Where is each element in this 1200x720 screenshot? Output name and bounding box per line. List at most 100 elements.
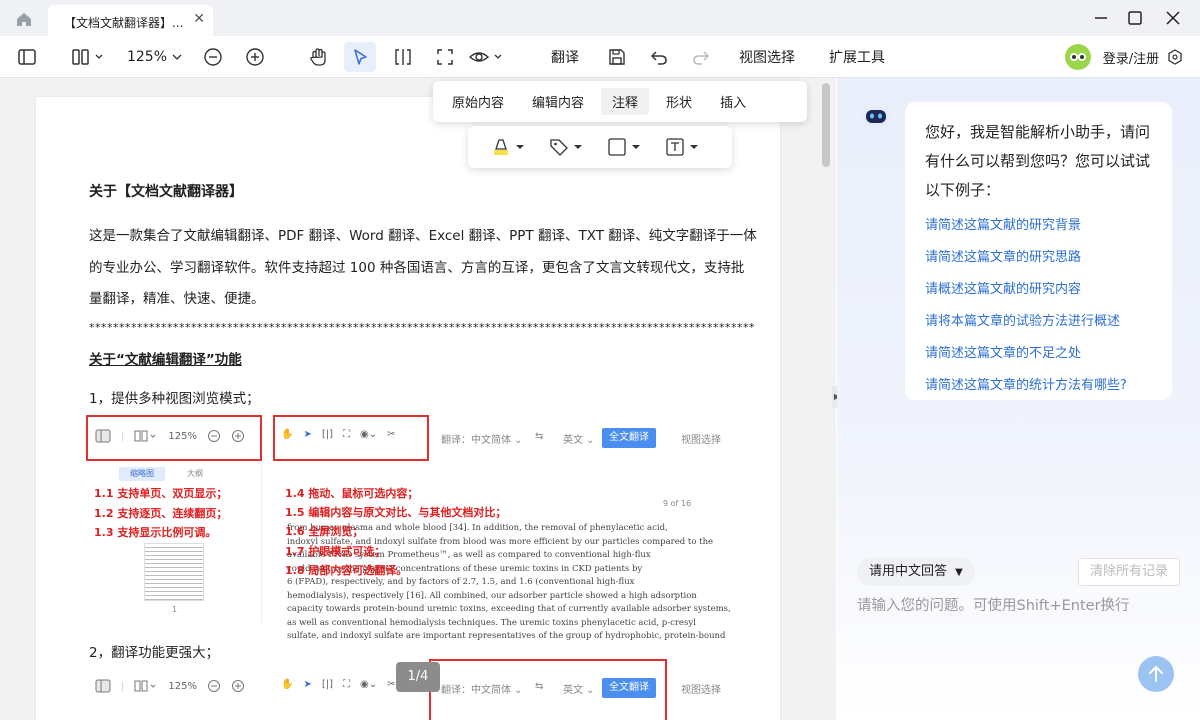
section-subtitle: 关于“文献编辑翻译”功能 [89,352,242,368]
mini-toolbar-2-right: ✋ ➤ [|] ⛶ ◉⌄ ✂ [281,679,396,690]
red-note-1-5: 1.5 编辑内容与原文对比、与其他文档对比； [285,506,507,519]
home-icon[interactable] [12,9,36,29]
mini-view-select: 视图选择 [681,435,721,446]
compare-view-icon[interactable] [390,42,416,72]
point-1-text: 1，提供多种视图浏览模式； [89,391,260,407]
login-register-link[interactable]: 登录/注册 [1100,42,1162,72]
red-note-1-8: 1.8 局部内容可选翻译。 [285,564,408,577]
title-bar: 【文档文献翻译器】... ✕ [0,0,1200,36]
answer-language-dropdown[interactable]: 请用中文回答 ▼ [857,558,975,586]
document-tab[interactable]: 【文档文献翻译器】... ✕ [48,5,213,36]
save-icon[interactable] [604,42,630,72]
robot-avatar-icon [859,100,893,134]
suggestion-link[interactable]: 请简述这篇文章的研究思路 [925,247,1152,269]
mini-translate-label: 翻译： [441,435,471,446]
red-note-1-3: 1.3 支持显示比例可调。 [94,526,217,539]
mini-thumb-tab: 缩略图 [119,467,165,481]
menu-edit-content[interactable]: 编辑内容 [521,88,595,115]
greeting-text: 您好，我是智能解析小助手，请问有什么可以帮到您吗？您可以试试以下例子： [925,123,1151,199]
send-button[interactable] [1138,656,1174,692]
zoom-out-icon[interactable] [200,42,226,72]
mini-translate-label-2: 翻译： [441,685,471,696]
assistant-panel: 您好，我是智能解析小助手，请问有什么可以帮到您吗？您可以试试以下例子： 请简述这… [837,78,1200,720]
red-note-1-6: 1.6 全屏浏览； [285,525,364,538]
close-tab-icon[interactable]: ✕ [193,11,205,27]
fullscreen-icon[interactable] [432,42,458,72]
assistant-message-bubble: 您好，我是智能解析小助手，请问有什么可以帮到您吗？您可以试试以下例子： 请简述这… [905,102,1172,400]
menu-annotation[interactable]: 注释 [601,88,650,115]
paragraph-line-3: 量翻译，精准、快速、便捷。 [89,291,265,307]
mini-full-translate-2: 全文翻译 [602,678,656,698]
mini-outline-tab: 大纲 [187,469,203,478]
vertical-scrollbar[interactable] [822,83,830,167]
mini-swap-icon: ⇆ [535,431,544,442]
document-title: 关于【文档文献翻译器】 [89,184,243,200]
mini-view-select-2: 视图选择 [681,685,721,696]
mini-zoom: 125% [168,430,197,442]
mini-page-number: 9 of 16 [663,499,692,508]
mini-swap-icon: ⇆ [535,681,544,692]
language-label: 请用中文回答 [869,564,948,579]
tag-tool-icon[interactable] [548,136,588,158]
suggestion-link[interactable]: 请简述这篇文章的统计方法有哪些? [925,375,1152,397]
mini-src-lang-2: 中文简体 [471,685,511,696]
extend-tools-menu[interactable]: 扩展工具 [824,42,890,72]
highlighter-tool-icon[interactable] [490,136,530,158]
document-viewer[interactable]: 2... 关于【文档文献翻译器】 这是一款集合了文献编辑翻译、PDF 翻译、Wo… [0,78,836,720]
red-note-1-1: 1.1 支持单页、双页显示； [94,487,228,500]
translate-button[interactable]: 翻译 [546,42,584,72]
textbox-tool-icon[interactable] [664,136,704,158]
annotation-category-menu: 原始内容 编辑内容 注释 形状 插入 [433,81,807,122]
undo-icon[interactable] [646,42,672,72]
maximize-icon[interactable] [1124,8,1146,28]
clear-records-button[interactable]: 清除所有记录 [1078,558,1180,586]
close-window-icon[interactable] [1162,8,1184,28]
point-2-text: 2，翻译功能更强大； [89,645,220,661]
mini-tgt-lang-2: 英文 [563,685,583,696]
tab-title: 【文档文献翻译器】... [64,16,184,30]
red-note-1-2: 1.2 支持逐页、连续翻页； [94,507,228,520]
minimize-icon[interactable] [1090,8,1112,28]
settings-hex-icon[interactable] [1164,42,1186,72]
rectangle-tool-icon[interactable] [606,136,646,158]
page-layout-dropdown[interactable] [70,42,110,72]
select-tool-icon[interactable] [344,42,376,72]
menu-original-content[interactable]: 原始内容 [441,88,515,115]
redo-icon[interactable] [688,42,714,72]
zoom-in-icon[interactable] [242,42,268,72]
suggestion-link[interactable]: 请简述这篇文献的研究背景 [925,215,1152,237]
view-select-menu[interactable]: 视图选择 [734,42,800,72]
user-avatar[interactable] [1064,42,1092,72]
suggestion-link[interactable]: 请将本篇文章的试验方法进行概述 [925,311,1152,333]
hand-tool-icon[interactable] [304,42,332,72]
red-note-1-7: 1.7 护眼模式可选； [285,545,386,558]
page-indicator: 1/4 [396,662,440,692]
question-input[interactable]: 请输入您的问题。可使用Shift+Enter换行 [857,594,1187,616]
annotation-tools-bar [468,126,732,168]
eye-mode-dropdown[interactable] [468,42,508,72]
mini-toolbar-right: ✋ ➤ [|] ⛶ ◉⌄ ✂ [281,429,396,440]
suggestion-link[interactable]: 请概述这篇文献的研究内容 [925,279,1152,301]
separator-stars: ****************************************… [89,321,755,334]
embedded-screenshot-1: | 125% ✋ ➤ [|] ⛶ ◉⌄ ✂ 翻译：中文简体 ⌄ ⇆ 英文 ⌄ 全文翻译 视… [86,415,731,641]
red-note-1-4: 1.4 拖动、鼠标可选内容； [285,487,419,500]
paper-text-block: from human plasma and whole blood [34]. … [287,523,731,641]
suggestion-link[interactable]: 请简述这篇文章的不足之处 [925,343,1152,365]
mini-zoom-2: 125% [168,680,197,692]
thumbnail-preview [144,543,204,601]
paragraph-line-2: 的专业办公、学习翻译软件。软件支持超过 100 种各国语言、方言的互译，更包含了… [89,260,745,276]
menu-shape[interactable]: 形状 [655,88,703,115]
mini-thumb-number: 1 [172,605,178,614]
mini-full-translate: 全文翻译 [602,428,656,448]
main-toolbar: 125% 翻译 视图选择 扩展工具 登录/注册 [0,36,1200,78]
menu-insert[interactable]: 插入 [709,88,757,115]
zoom-dropdown[interactable]: 125% [126,42,184,72]
sidebar-toggle-icon[interactable] [14,42,40,72]
mini-src-lang: 中文简体 [471,435,511,446]
caret-down-icon: ▼ [955,567,963,578]
document-page: 2... 关于【文档文献翻译器】 这是一款集合了文献编辑翻译、PDF 翻译、Wo… [36,97,780,720]
mini-toolbar-left: | 125% [95,429,245,443]
zoom-value: 125% [126,49,168,65]
mini-toolbar-2: | 125% [95,679,245,693]
paragraph-line-1: 这是一款集合了文献编辑翻译、PDF 翻译、Word 翻译、Excel 翻译、PP… [89,228,757,244]
